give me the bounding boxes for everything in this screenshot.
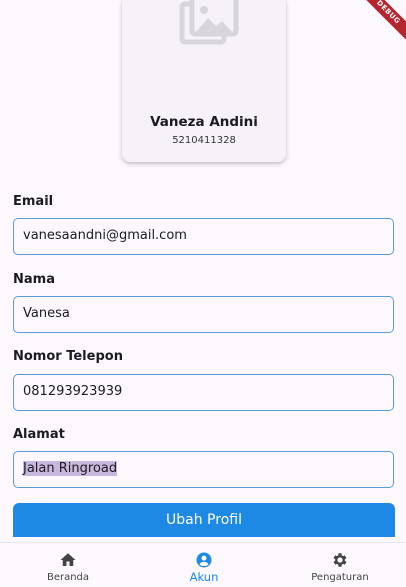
ubah-profil-button[interactable]: Ubah Profil (13, 503, 395, 537)
nav-item-beranda[interactable]: Beranda (13, 543, 123, 587)
nama-value: Vanesa (23, 306, 70, 321)
bottom-nav: Beranda Akun Pengaturan (0, 542, 406, 587)
telepon-field[interactable]: 081293923939 (13, 374, 394, 411)
profile-id: 5210411328 (172, 135, 236, 146)
nama-label: Nama (13, 272, 55, 287)
telepon-value: 081293923939 (23, 384, 123, 399)
nav-item-akun[interactable]: Akun (149, 543, 259, 587)
nav-item-pengaturan[interactable]: Pengaturan (285, 543, 395, 587)
email-field[interactable]: vanesaandni@gmail.com (13, 218, 394, 255)
nav-label-beranda: Beranda (46, 572, 90, 583)
email-value: vanesaandni@gmail.com (23, 228, 187, 243)
account-circle-icon (196, 552, 212, 568)
nav-label-pengaturan: Pengaturan (311, 572, 369, 583)
nav-label-akun: Akun (189, 570, 219, 584)
nama-field[interactable]: Vanesa (13, 296, 394, 333)
profile-name: Vaneza Andini (150, 114, 258, 130)
image-placeholder-icon (179, 0, 239, 45)
profile-card: Vaneza Andini 5210411328 (122, 0, 286, 162)
gear-icon (333, 553, 347, 567)
email-label: Email (13, 194, 54, 209)
telepon-label: Nomor Telepon (13, 349, 123, 364)
home-icon (60, 553, 76, 566)
alamat-label: Alamat (13, 427, 65, 442)
debug-banner: DEBUG (355, 0, 406, 46)
alamat-value: Jalan Ringroad (23, 461, 118, 476)
alamat-field[interactable]: Jalan Ringroad (13, 451, 394, 488)
